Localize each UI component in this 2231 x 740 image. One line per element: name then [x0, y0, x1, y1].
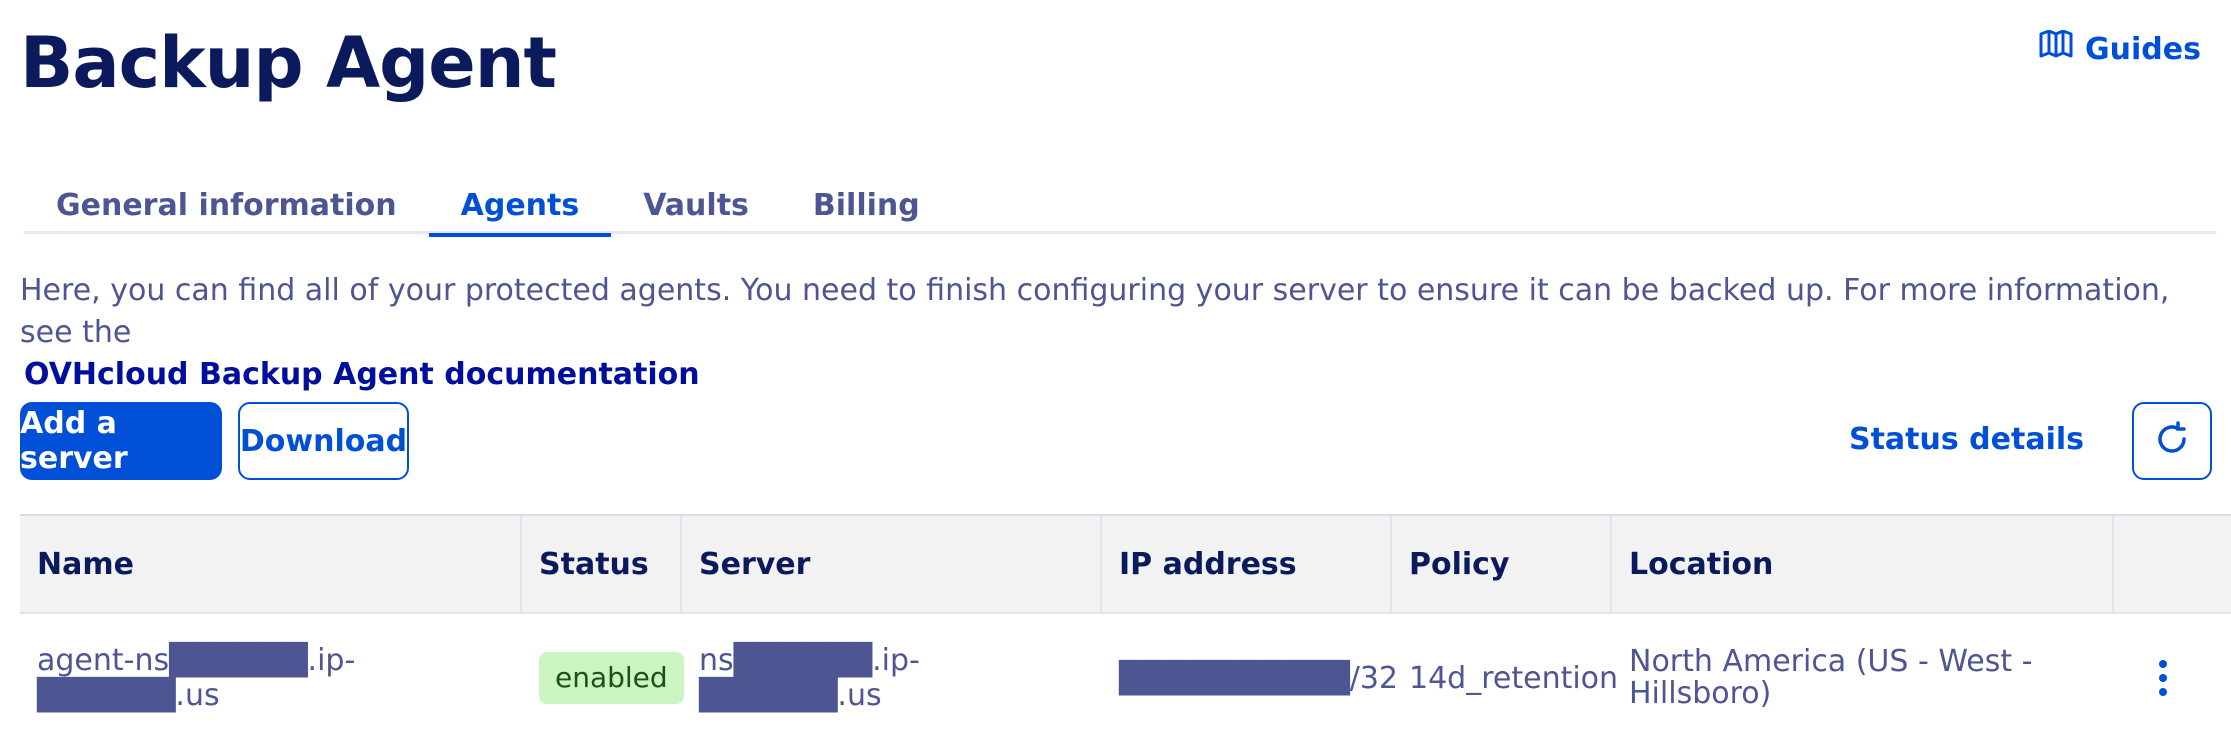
- documentation-link[interactable]: OVHcloud Backup Agent documentation: [24, 354, 2200, 396]
- refresh-button[interactable]: [2132, 402, 2212, 480]
- column-header-status: Status: [522, 516, 682, 612]
- server-cell: ns██████.ip-██████.us: [699, 643, 920, 713]
- more-actions-icon[interactable]: [2159, 660, 2167, 696]
- column-header-actions: [2114, 516, 2231, 612]
- add-server-button[interactable]: Add a server: [20, 402, 222, 480]
- status-cell: enabled: [522, 614, 684, 740]
- download-button[interactable]: Download: [238, 402, 409, 480]
- tab-general-information[interactable]: General information: [24, 178, 429, 234]
- location-cell: North America (US - West - Hillsboro): [1612, 614, 2114, 740]
- agents-table: Name Status Server IP address Policy Loc…: [20, 514, 2231, 740]
- tab-agents[interactable]: Agents: [428, 178, 612, 237]
- status-badge: enabled: [539, 652, 684, 704]
- tab-bar: General information Agents Vaults Billin…: [24, 178, 2216, 237]
- actions-cell: [2114, 614, 2231, 740]
- book-icon: [2039, 29, 2073, 68]
- guides-link[interactable]: Guides: [2039, 29, 2201, 68]
- table-row: agent-ns██████.ip-██████.us enabled ns██…: [20, 614, 2231, 740]
- intro-paragraph: Here, you can find all of your protected…: [20, 270, 2200, 396]
- column-header-location: Location: [1612, 516, 2114, 612]
- agent-name-cell: agent-ns██████.ip-██████.us: [37, 643, 356, 713]
- tab-billing[interactable]: Billing: [781, 178, 952, 234]
- tab-vaults[interactable]: Vaults: [611, 178, 781, 234]
- table-header-row: Name Status Server IP address Policy Loc…: [20, 516, 2231, 614]
- refresh-icon: [2154, 421, 2190, 461]
- column-header-server: Server: [682, 516, 1102, 612]
- location-text: North America (US - West - Hillsboro): [1629, 644, 2033, 711]
- policy-cell: 14d_retention: [1409, 660, 1619, 696]
- column-header-policy: Policy: [1392, 516, 1612, 612]
- intro-text: Here, you can find all of your protected…: [20, 273, 2170, 350]
- column-header-ip-address: IP address: [1102, 516, 1392, 612]
- status-details-link[interactable]: Status details: [1849, 422, 2084, 457]
- page-title: Backup Agent: [20, 22, 557, 104]
- guides-label: Guides: [2085, 31, 2201, 67]
- ip-address-cell: ██████████/32: [1119, 660, 1398, 696]
- column-header-name: Name: [20, 516, 522, 612]
